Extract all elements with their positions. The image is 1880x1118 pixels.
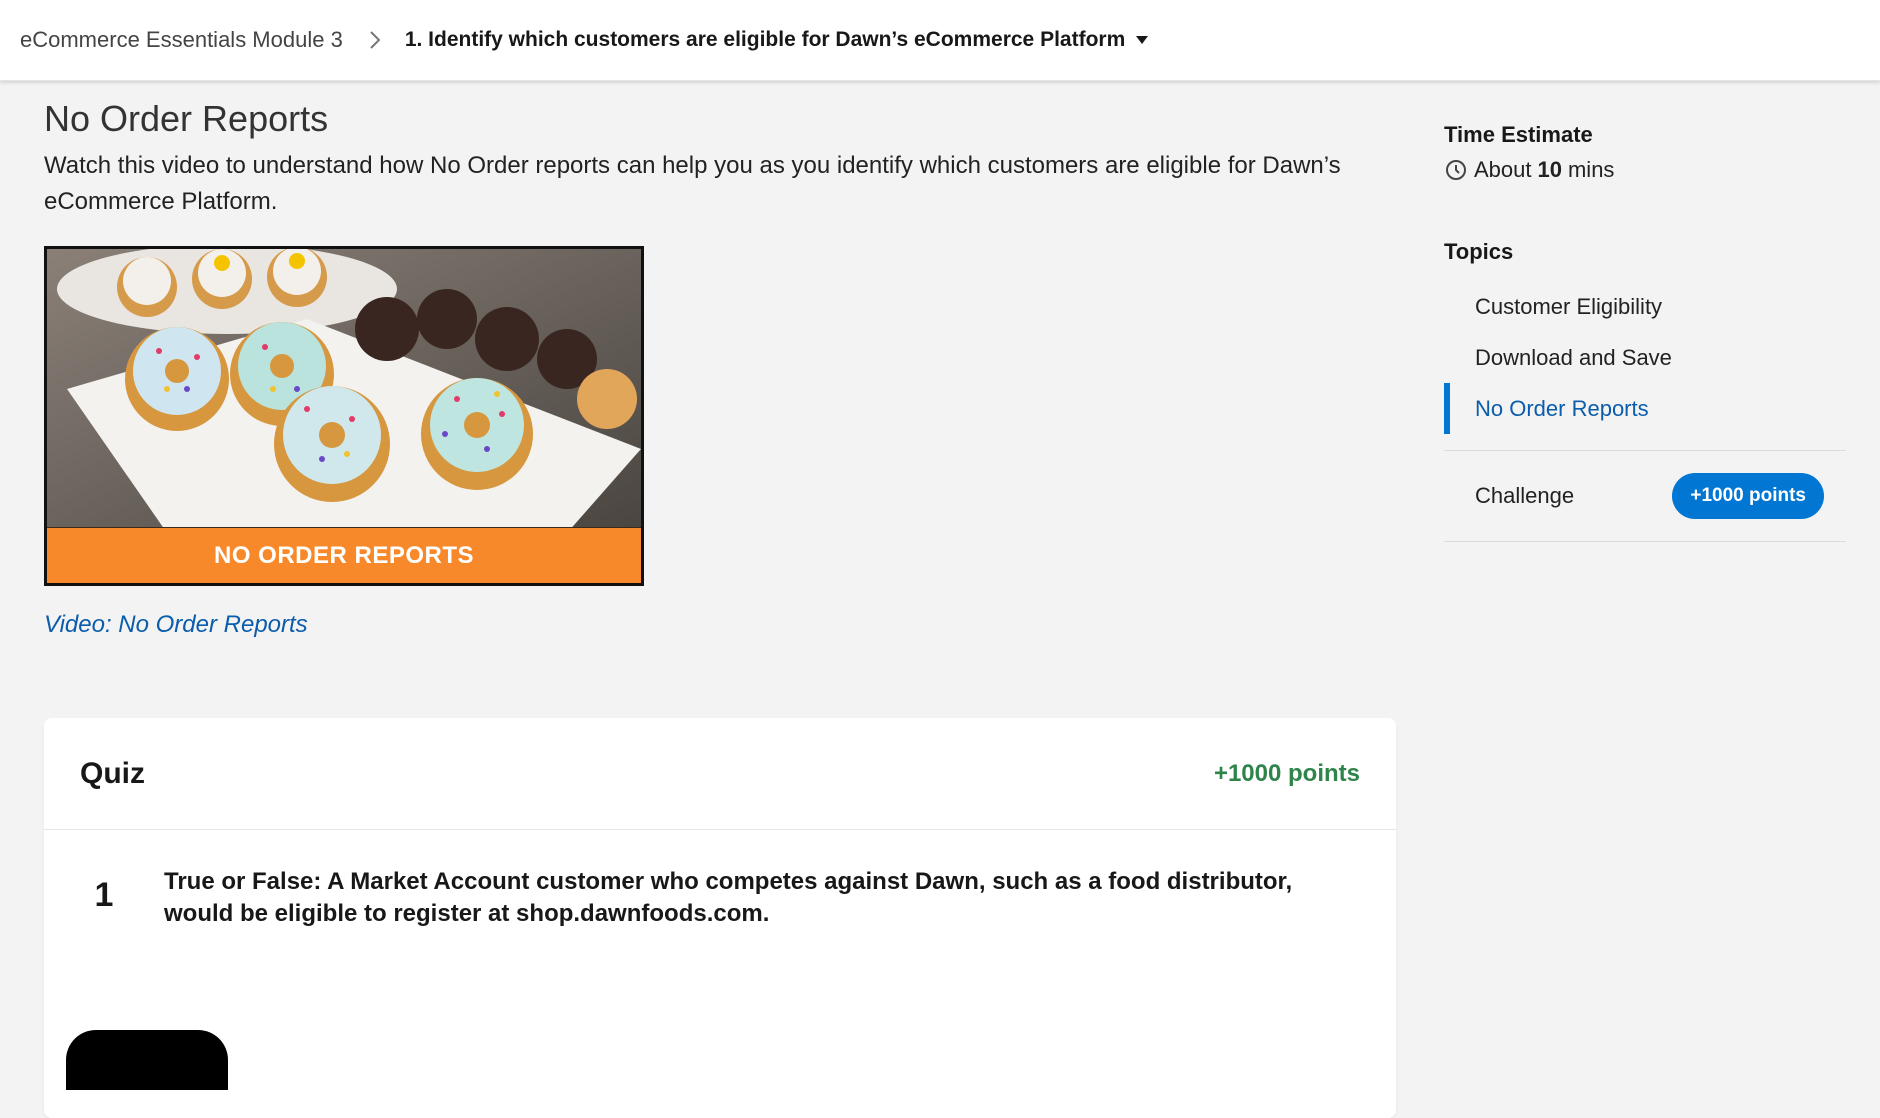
- unit-description: Watch this video to understand how No Or…: [44, 152, 1341, 215]
- quiz-header: Quiz +1000 points: [44, 718, 1396, 830]
- breadcrumb: eCommerce Essentials Module 3 1. Identif…: [0, 0, 1880, 81]
- challenge-row[interactable]: Challenge +1000 points: [1444, 450, 1846, 542]
- quiz-question: 1 True or False: A Market Account custom…: [44, 830, 1396, 930]
- video-banner: NO ORDER REPORTS: [47, 527, 641, 583]
- time-prefix: About: [1474, 157, 1532, 182]
- quiz-title: Quiz: [80, 756, 145, 790]
- time-value: 10: [1537, 157, 1562, 182]
- breadcrumb-unit-dropdown[interactable]: 1. Identify which customers are eligible…: [405, 28, 1125, 52]
- topics-label: Topics: [1444, 239, 1514, 264]
- time-estimate-label: Time Estimate: [1444, 122, 1593, 147]
- topic-item-no-order-reports[interactable]: No Order Reports: [1444, 383, 1846, 434]
- quiz-points: +1000 points: [1213, 759, 1360, 787]
- topic-item-customer-eligibility[interactable]: Customer Eligibility: [1444, 281, 1846, 332]
- time-suffix: mins: [1567, 157, 1615, 182]
- topic-item-download-and-save[interactable]: Download and Save: [1444, 332, 1846, 383]
- question-text: True or False: A Market Account customer…: [164, 868, 1293, 927]
- caret-down-icon[interactable]: [1135, 33, 1149, 47]
- breadcrumb-module-link[interactable]: eCommerce Essentials Module 3: [20, 27, 343, 53]
- chevron-right-icon: [361, 26, 389, 54]
- page-title: No Order Reports: [44, 98, 329, 139]
- video-thumbnail[interactable]: NO ORDER REPORTS: [44, 246, 644, 586]
- video-link[interactable]: Video: No Order Reports: [44, 611, 308, 639]
- clock-icon: [1444, 158, 1468, 182]
- quiz-card: Quiz +1000 points 1 True or False: A Mar…: [44, 718, 1396, 1118]
- time-estimate: About 10 mins: [1444, 157, 1614, 183]
- question-number: 1: [94, 876, 114, 914]
- donuts-image: [47, 249, 641, 533]
- challenge-label: Challenge: [1475, 483, 1575, 508]
- redaction-mark: [66, 1030, 228, 1090]
- challenge-points-badge: +1000 points: [1672, 473, 1824, 519]
- topic-list: Customer Eligibility Download and Save N…: [1444, 281, 1846, 434]
